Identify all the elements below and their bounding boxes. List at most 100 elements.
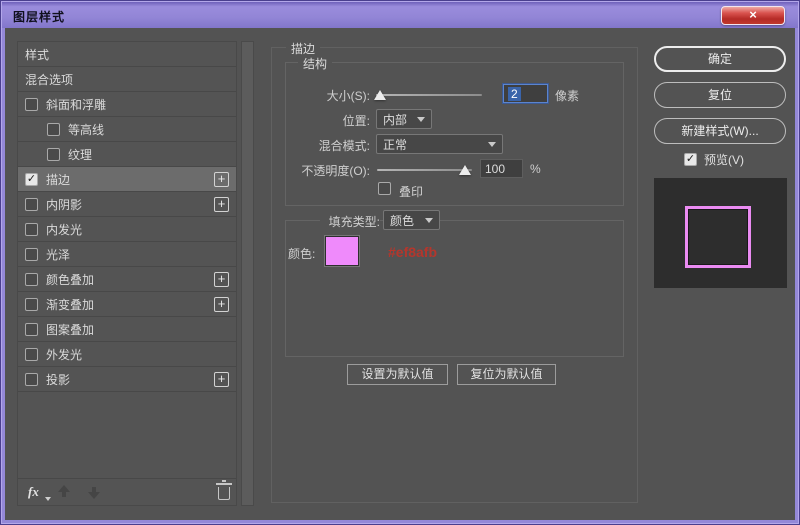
stroke-settings-panel: 描边 结构 大小(S): 2 像素 位置: 内部 (271, 47, 638, 503)
preview-checkbox[interactable]: ✓ (684, 153, 697, 166)
sidebar-item-blending-options[interactable]: 混合选项 (18, 67, 236, 92)
size-label: 大小(S): (296, 87, 370, 104)
sidebar-item-label: 图案叠加 (46, 321, 94, 338)
sidebar-item-label: 样式 (25, 46, 49, 63)
opacity-slider-thumb[interactable] (459, 165, 471, 175)
color-swatch[interactable] (325, 236, 359, 266)
opacity-value: 100 (485, 162, 505, 176)
color-hex-annotation: #ef8afb (388, 244, 437, 260)
sidebar-item-stroke[interactable]: ✓ 描边 + (18, 167, 236, 192)
opacity-slider[interactable] (377, 169, 472, 171)
sidebar-item-label: 内发光 (46, 221, 82, 238)
sidebar-item-label: 内阴影 (46, 196, 82, 213)
enable-checkbox[interactable] (25, 273, 38, 286)
styles-list-footer: fx (18, 478, 236, 505)
sidebar-item-inner-glow[interactable]: 内发光 (18, 217, 236, 242)
reset-default-button[interactable]: 复位为默认值 (457, 364, 556, 385)
sidebar-item-satin[interactable]: 光泽 (18, 242, 236, 267)
reset-button[interactable]: 复位 (654, 82, 786, 108)
enable-checkbox[interactable] (47, 148, 60, 161)
structure-group: 结构 大小(S): 2 像素 位置: 内部 (285, 62, 624, 206)
sidebar-item-gradient-overlay[interactable]: 渐变叠加 + (18, 292, 236, 317)
sidebar-item-label: 描边 (46, 171, 70, 188)
sidebar-item-label: 外发光 (46, 346, 82, 363)
chevron-down-icon (417, 117, 425, 122)
opacity-row: 不透明度(O): 100 % (296, 159, 617, 181)
sidebar-item-contour[interactable]: 等高线 (18, 117, 236, 142)
sidebar-item-label: 等高线 (68, 121, 104, 138)
overprint-label: 叠印 (399, 183, 423, 200)
styles-list-scrollbar[interactable] (241, 41, 254, 506)
size-row: 大小(S): 2 像素 (296, 84, 617, 106)
color-row: 颜色: #ef8afb (288, 236, 613, 268)
add-effect-button[interactable]: + (214, 197, 229, 212)
blend-mode-value: 正常 (383, 136, 407, 153)
add-effect-button[interactable]: + (214, 172, 229, 187)
blend-mode-row: 混合模式: 正常 (296, 134, 617, 156)
position-value: 内部 (383, 111, 407, 128)
fill-type-select[interactable]: 颜色 (383, 210, 440, 230)
delete-effect-button[interactable] (218, 487, 230, 500)
structure-group-title: 结构 (298, 55, 332, 72)
enable-checkbox[interactable] (47, 123, 60, 136)
add-effect-button[interactable]: + (214, 372, 229, 387)
close-button[interactable]: × (721, 6, 785, 25)
make-default-button[interactable]: 设置为默认值 (347, 364, 448, 385)
enable-checkbox[interactable] (25, 248, 38, 261)
title-bar[interactable]: 图层样式 × (2, 2, 798, 28)
position-select[interactable]: 内部 (376, 109, 432, 129)
opacity-input[interactable]: 100 (480, 159, 523, 178)
styles-list-panel: 样式 混合选项 斜面和浮雕 等高线 纹理 ✓ (17, 41, 237, 506)
sidebar-item-inner-shadow[interactable]: 内阴影 + (18, 192, 236, 217)
add-effect-button[interactable]: + (214, 272, 229, 287)
sidebar-item-color-overlay[interactable]: 颜色叠加 + (18, 267, 236, 292)
sidebar-item-pattern-overlay[interactable]: 图案叠加 (18, 317, 236, 342)
sidebar-item-label: 混合选项 (25, 71, 73, 88)
blend-mode-label: 混合模式: (296, 137, 370, 154)
preview-thumbnail (654, 178, 787, 288)
enable-checkbox[interactable] (25, 298, 38, 311)
size-input[interactable]: 2 (503, 84, 548, 103)
enable-checkbox[interactable] (25, 348, 38, 361)
chevron-down-icon (488, 142, 496, 147)
enable-checkbox[interactable] (25, 223, 38, 236)
sidebar-item-label: 光泽 (46, 246, 70, 263)
stroke-preview-square (685, 206, 751, 268)
enable-checkbox[interactable] (25, 373, 38, 386)
color-label: 颜色: (288, 245, 315, 262)
fill-group: 填充类型: 颜色 颜色: #ef8afb (285, 220, 624, 357)
chevron-down-icon (425, 218, 433, 223)
dialog-body: 样式 混合选项 斜面和浮雕 等高线 纹理 ✓ (5, 28, 795, 520)
blend-mode-select[interactable]: 正常 (376, 134, 503, 154)
overprint-checkbox[interactable] (378, 182, 391, 195)
sidebar-item-bevel-emboss[interactable]: 斜面和浮雕 (18, 92, 236, 117)
enable-checkbox[interactable]: ✓ (25, 173, 38, 186)
preview-checkbox-row[interactable]: ✓ 预览(V) (684, 151, 744, 168)
enable-checkbox[interactable] (25, 198, 38, 211)
enable-checkbox[interactable] (25, 323, 38, 336)
enable-checkbox[interactable] (25, 98, 38, 111)
fill-type-value: 颜色 (390, 212, 414, 229)
new-style-button[interactable]: 新建样式(W)... (654, 118, 786, 144)
opacity-label: 不透明度(O): (296, 162, 370, 179)
position-label: 位置: (296, 112, 370, 129)
size-slider-thumb[interactable] (374, 90, 386, 100)
sidebar-item-drop-shadow[interactable]: 投影 + (18, 367, 236, 392)
fx-menu-button[interactable]: fx (28, 484, 39, 500)
move-up-button[interactable] (57, 485, 71, 499)
sidebar-item-label: 斜面和浮雕 (46, 96, 106, 113)
overprint-row: 叠印 (296, 180, 617, 202)
sidebar-item-styles[interactable]: 样式 (18, 42, 236, 67)
move-down-button[interactable] (87, 485, 101, 499)
ok-button[interactable]: 确定 (654, 46, 786, 72)
opacity-unit: % (530, 162, 541, 176)
sidebar-item-label: 投影 (46, 371, 70, 388)
add-effect-button[interactable]: + (214, 297, 229, 312)
window-title: 图层样式 (13, 8, 65, 25)
sidebar-item-texture[interactable]: 纹理 (18, 142, 236, 167)
size-slider[interactable] (376, 94, 482, 96)
size-value: 2 (508, 87, 521, 101)
size-unit: 像素 (555, 87, 579, 104)
sidebar-item-outer-glow[interactable]: 外发光 (18, 342, 236, 367)
sidebar-item-label: 颜色叠加 (46, 271, 94, 288)
